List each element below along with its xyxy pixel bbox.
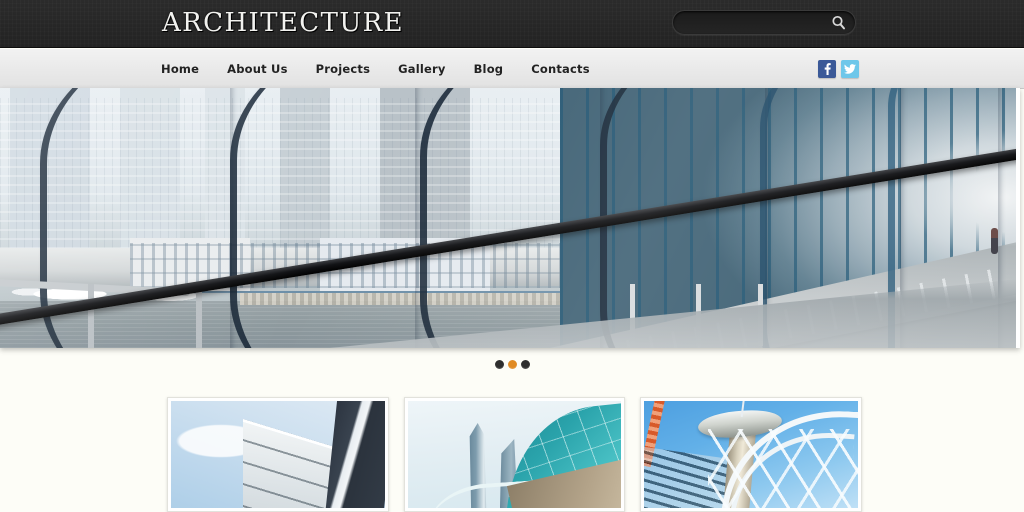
search-button[interactable] (830, 14, 848, 32)
nav-item-about-us[interactable]: About Us (226, 60, 289, 78)
search-input[interactable] (685, 11, 829, 34)
slider-pagination (0, 360, 1024, 369)
hero-slider[interactable] (0, 88, 1020, 348)
slider-dot-2[interactable] (507, 360, 517, 369)
site-logo[interactable]: ARCHITECTURE (162, 6, 404, 40)
site-header: ARCHITECTURE (0, 0, 1024, 48)
gallery-card-1[interactable] (167, 397, 389, 512)
nav-list: Home About Us Projects Gallery Blog Cont… (160, 49, 591, 89)
gallery-image-2 (407, 401, 622, 508)
twitter-button[interactable] (841, 60, 859, 78)
gallery-image-3 (644, 401, 859, 508)
social-links (818, 60, 859, 78)
card3-truss-diagonals (708, 429, 859, 508)
nav-item-contacts[interactable]: Contacts (530, 60, 591, 78)
gallery-thumbnails (167, 397, 863, 512)
search-box[interactable] (672, 10, 856, 35)
gallery-card-3[interactable] (640, 397, 863, 512)
gallery-card-2[interactable] (403, 397, 626, 512)
slider-dot-3[interactable] (520, 360, 530, 369)
nav-item-blog[interactable]: Blog (473, 60, 505, 78)
hero-image (0, 88, 1020, 348)
gallery-image-1 (171, 401, 385, 508)
facebook-button[interactable] (818, 60, 836, 78)
slider-dot-1[interactable] (494, 360, 504, 369)
nav-item-gallery[interactable]: Gallery (397, 60, 446, 78)
twitter-icon (844, 63, 856, 74)
nav-item-home[interactable]: Home (160, 60, 200, 78)
facebook-icon (824, 63, 831, 75)
hero-right-edge (1016, 88, 1020, 348)
main-navigation: Home About Us Projects Gallery Blog Cont… (0, 49, 1024, 89)
search-icon (832, 15, 845, 30)
nav-item-projects[interactable]: Projects (315, 60, 372, 78)
